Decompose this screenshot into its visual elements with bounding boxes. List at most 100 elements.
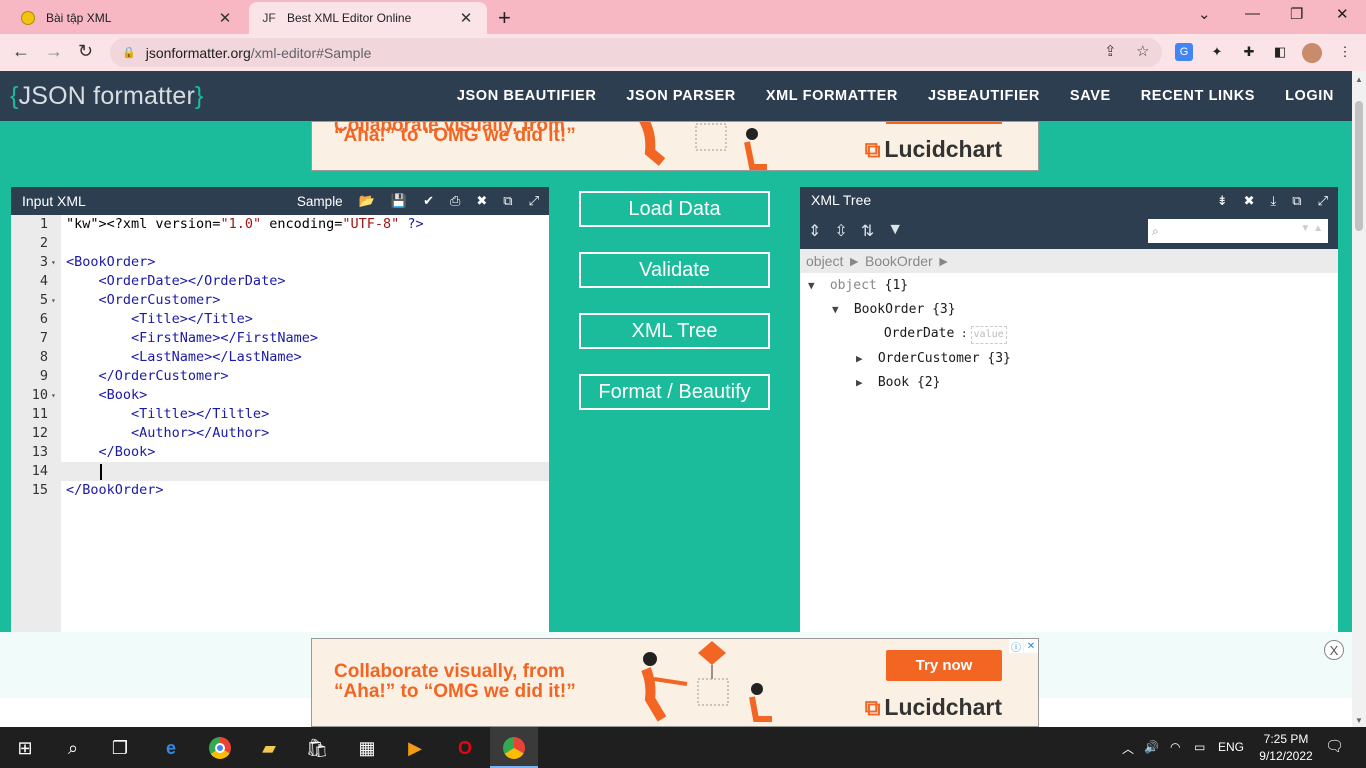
search-icon[interactable]: ⌕ [60,735,86,761]
chrome-icon[interactable] [207,735,233,761]
scroll-up-icon[interactable]: ▲ [1355,75,1363,84]
advertisement-banner-bottom[interactable]: Collaborate visually, from “Aha!” to “OM… [311,638,1039,727]
volume-icon[interactable]: 🔊 [1144,740,1159,754]
collapse-all-icon[interactable]: ⇳ [834,221,847,241]
clear-icon[interactable]: ✖ [1244,193,1255,209]
try-now-button[interactable]: Try now [886,650,1002,681]
clear-icon[interactable]: ✖ [476,193,487,209]
close-ad-button[interactable]: X [1324,640,1344,660]
tree-node-orderdate[interactable]: OrderDate : value [856,323,1007,345]
code-line[interactable]: 6 <Title></Title> [11,310,549,329]
wifi-icon[interactable]: ◠ [1170,740,1180,754]
code-line[interactable]: 13 </Book> [11,443,549,462]
code-line[interactable]: 12 <Author></Author> [11,424,549,443]
tab-best-xml-editor[interactable]: JF Best XML Editor Online ✕ [249,2,487,34]
nav-recent-links[interactable]: RECENT LINKS [1141,88,1255,104]
code-line[interactable]: 1 "kw"><?xml version="1.0" encoding="UTF-… [11,215,549,234]
sort-icon[interactable]: ⇅ [861,221,874,241]
code-line[interactable]: 2 [11,234,549,253]
battery-icon[interactable]: ▭ [1194,740,1205,754]
forward-arrow-icon[interactable]: → [45,41,63,62]
tree-node-bookorder[interactable]: ▼ BookOrder {3} [832,299,956,321]
chrome-menu-icon[interactable]: ⋮ [1336,43,1354,61]
new-tab-icon[interactable]: + [498,5,511,31]
profile-avatar[interactable] [1302,43,1322,63]
xml-tree-button[interactable]: XML Tree [579,313,770,349]
nav-json-beautifier[interactable]: JSON BEAUTIFIER [457,88,597,104]
puzzle-extensions-icon[interactable]: ✚ [1240,43,1258,61]
tab-close-icon[interactable]: ✕ [216,9,234,27]
code-line[interactable]: 10 ▾ <Book> [11,386,549,405]
advertisement-banner-top[interactable]: Collaborate visually, from “Aha!” to “OM… [311,121,1039,171]
nav-xml-formatter[interactable]: XML FORMATTER [766,88,898,104]
collapsed-caret-icon[interactable]: ▶ [856,372,870,394]
save-disk-icon[interactable]: 💾 [391,193,407,209]
tree-node-key[interactable]: BookOrder [846,302,924,317]
code-line[interactable]: 9 </OrderCustomer> [11,367,549,386]
nav-login[interactable]: LOGIN [1285,88,1334,104]
code-lines[interactable]: 1 "kw"><?xml version="1.0" encoding="UTF-… [11,215,549,500]
print-icon[interactable]: ⎙ [450,193,460,209]
tree-node-key[interactable]: Book [870,375,909,390]
code-line[interactable]: 4 <OrderDate></OrderDate> [11,272,549,291]
nav-jsbeautifier[interactable]: JSBEAUTIFIER [928,88,1040,104]
maximize-icon[interactable]: ❐ [1290,5,1303,23]
translate-extension-icon[interactable]: G [1175,43,1193,61]
code-line[interactable]: 11 <Tiltle></Tiltle> [11,405,549,424]
load-data-button[interactable]: Load Data [579,191,770,227]
notification-icon[interactable]: 🗨 [1325,737,1344,755]
validate-button[interactable]: Validate [579,252,770,288]
check-icon[interactable]: ✔ [423,193,434,209]
opera-icon[interactable]: O [452,735,478,761]
tree-node-key[interactable]: OrderDate [876,326,954,341]
adchoices[interactable]: ⓘ ✕ [1008,639,1038,654]
tree-node-book[interactable]: ▶ Book {2} [856,372,940,394]
calculator-icon[interactable]: ▦ [354,735,380,761]
tree-node-ordercustomer[interactable]: ▶ OrderCustomer {3} [856,348,1011,370]
tab-close-icon[interactable]: ✕ [457,9,475,27]
code-line[interactable]: 8 <LastName></LastName> [11,348,549,367]
expanded-caret-icon[interactable]: ▼ [808,275,822,297]
fold-toggle-icon[interactable]: ▾ [51,253,56,272]
share-icon[interactable]: ⇪ [1104,42,1117,60]
window-close-icon[interactable]: ✕ [1336,5,1349,23]
reload-icon[interactable]: ↻ [78,41,93,62]
extension-icon[interactable]: ✦ [1208,43,1226,61]
sample-button[interactable]: Sample [297,194,343,209]
fullscreen-icon[interactable]: ⤢ [1318,193,1328,209]
system-clock[interactable]: 7:25 PM 9/12/2022 [1255,731,1317,765]
copy-icon[interactable]: ⧉ [1292,193,1301,209]
side-panel-icon[interactable]: ◧ [1271,43,1289,61]
nav-save[interactable]: SAVE [1070,88,1111,104]
edge-icon[interactable]: e [158,735,184,761]
tray-chevron-icon[interactable]: ︿ [1122,740,1134,757]
copy-icon[interactable]: ⧉ [503,193,512,209]
media-player-icon[interactable]: ▶ [402,735,428,761]
open-folder-icon[interactable]: 📂 [359,193,375,209]
download-icon[interactable]: ⤓ [1271,193,1277,209]
xml-code-editor[interactable]: 1 "kw"><?xml version="1.0" encoding="UTF-… [11,215,549,632]
tree-breadcrumb[interactable]: object ► BookOrder ► [800,249,1338,273]
bookmark-star-icon[interactable]: ☆ [1136,42,1149,60]
language-indicator[interactable]: ENG [1218,740,1244,754]
search-nav-arrows-icon[interactable]: ▼ ▲ [1300,223,1323,234]
fold-toggle-icon[interactable]: ▾ [51,386,56,405]
tab-bai-tap-xml[interactable]: Bài tập XML ✕ [8,2,246,34]
back-arrow-icon[interactable]: ← [12,41,30,62]
chrome-profile-icon[interactable] [501,735,527,761]
url-input[interactable]: 🔒 jsonformatter.org/xml-editor#Sample [110,38,1162,67]
windows-start-icon[interactable]: ⊞ [12,735,38,761]
code-line[interactable]: 14 [11,462,549,481]
task-view-icon[interactable]: ❐ [107,735,133,761]
code-line[interactable]: 15 </BookOrder> [11,481,549,500]
site-logo[interactable]: {JSON formatter} [10,82,204,111]
code-line[interactable]: 5 ▾ <OrderCustomer> [11,291,549,310]
code-line[interactable]: 3 ▾ <BookOrder> [11,253,549,272]
tree-value-field[interactable]: value [970,326,1007,344]
fold-toggle-icon[interactable]: ▾ [51,291,56,310]
microsoft-store-icon[interactable]: 🛍 [304,735,330,761]
tree-search-input[interactable]: ⌕ ▼ ▲ [1148,219,1328,243]
file-explorer-icon[interactable]: ▰ [256,735,282,761]
fullscreen-icon[interactable]: ⤢ [529,193,539,209]
ad-close-icon[interactable]: ✕ [1024,639,1038,653]
